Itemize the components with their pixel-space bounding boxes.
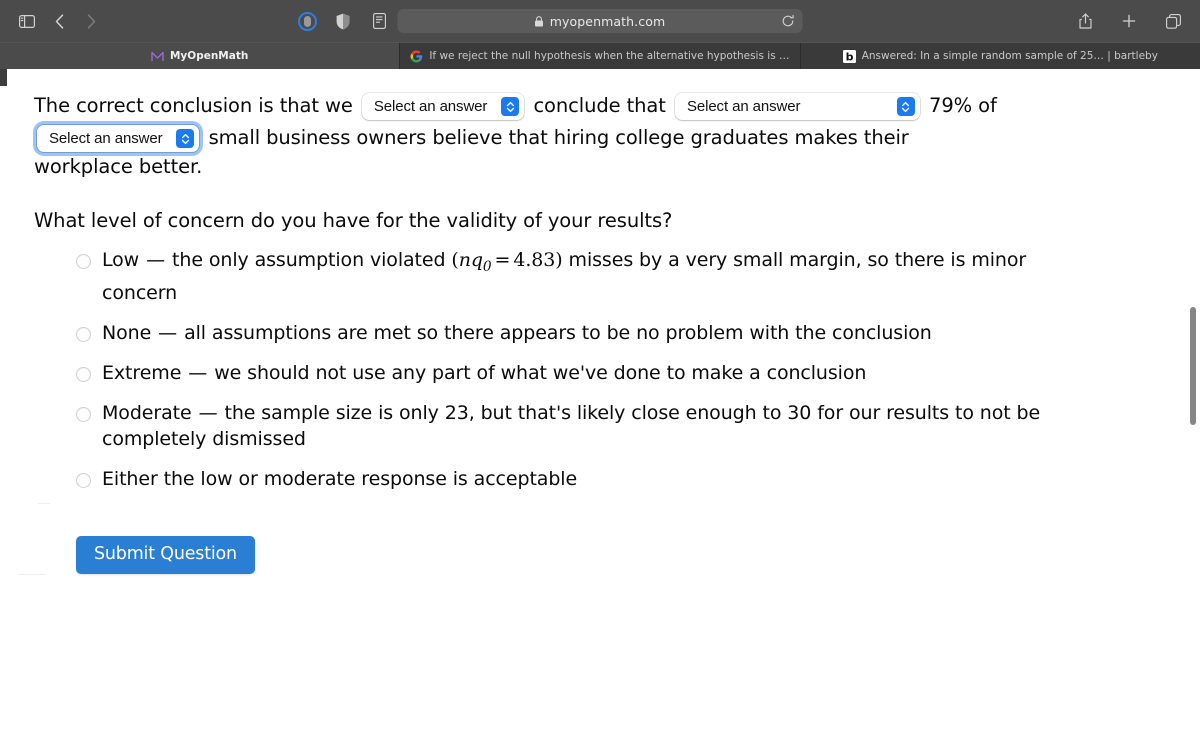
tab-myopenmath[interactable]: MyOpenMath [0, 43, 401, 69]
back-arrow-icon[interactable] [46, 8, 72, 34]
option-label: Moderate [102, 401, 192, 424]
bartleby-icon: b [842, 49, 856, 63]
sentence-part-3: 79% of [929, 94, 997, 117]
svg-text:b: b [845, 50, 853, 63]
chevron-up-down-icon[interactable] [176, 129, 195, 148]
option-text: None — all assumptions are met so there ap… [102, 320, 932, 346]
answer-options-list: Low — the only assumption violated (nq0 = 4.… [34, 247, 1170, 492]
radio-button[interactable] [76, 472, 91, 488]
toolbar-middle-group [294, 8, 392, 34]
option-extreme[interactable]: Extreme — we should not use any part of wh… [34, 360, 1044, 386]
question-content: The correct conclusion is that we Select… [0, 69, 1200, 574]
option-none[interactable]: None — all assumptions are met so there ap… [34, 320, 1044, 346]
option-dash: — [188, 361, 208, 384]
submit-area: Submit Question [34, 506, 1170, 574]
option-body: all assumptions are met so there appears… [184, 321, 932, 344]
conclusion-sentence-line2: Select an answer small business owners b… [34, 123, 1009, 181]
reader-mode-icon[interactable] [366, 8, 392, 34]
math-expression: (nq0 = 4.83) [451, 249, 563, 275]
option-label: Extreme [102, 361, 182, 384]
sentence-part-2: conclude that [533, 94, 666, 117]
page-faint-rule [18, 574, 46, 575]
option-text: Either the low or moderate response is a… [102, 466, 577, 492]
radio-button[interactable] [76, 326, 91, 342]
sidebar-toggle-icon[interactable] [14, 8, 40, 34]
privacy-shield-icon[interactable] [330, 8, 356, 34]
radio-button[interactable] [76, 406, 91, 422]
option-body: the sample size is only 23, but that's l… [102, 401, 1041, 450]
submit-question-button[interactable]: Submit Question [76, 535, 255, 574]
option-dash: — [198, 401, 218, 424]
page-viewport: The correct conclusion is that we Select… [0, 69, 1200, 750]
reload-icon[interactable] [782, 14, 795, 28]
tab-bartleby[interactable]: b Answered: In a simple random sample of… [801, 43, 1200, 69]
question-prompt: What level of concern do you have for th… [34, 209, 673, 232]
select-value: Select an answer [373, 98, 488, 115]
option-low[interactable]: Low — the only assumption violated (nq0 = 4.… [34, 247, 1044, 306]
option-text: Moderate — the sample size is only 23, but… [102, 400, 1044, 452]
option-label: Low [102, 249, 140, 271]
url-text: myopenmath.com [549, 13, 666, 29]
conclusion-verb-select[interactable]: Select an answer [361, 93, 525, 120]
tab-group-icon[interactable] [294, 8, 320, 34]
browser-chrome: myopenmath.com MyOpenMath If we reject t… [0, 0, 1200, 69]
lock-icon [535, 15, 544, 27]
toolbar-right-group [1072, 8, 1186, 34]
option-text: Low — the only assumption violated (nq0 = 4.… [102, 247, 1044, 306]
tab-title: Answered: In a simple random sample of 2… [861, 50, 1158, 62]
option-dash: — [146, 249, 166, 271]
address-bar[interactable]: myopenmath.com [397, 9, 803, 33]
direction-select[interactable]: Select an answer [37, 125, 200, 152]
myopenmath-icon [151, 50, 164, 63]
option-moderate[interactable]: Moderate — the sample size is only 23, but… [34, 400, 1044, 452]
option-either[interactable]: Either the low or moderate response is a… [34, 466, 1044, 492]
tab-title: If we reject the null hypothesis when th… [429, 50, 789, 62]
scrollbar-thumb[interactable] [1190, 307, 1196, 425]
tab-title: MyOpenMath [169, 50, 249, 62]
page-faint-rule [38, 503, 50, 504]
option-dash: — [158, 321, 178, 344]
option-body: we should not use any part of what we've… [214, 361, 867, 384]
plus-icon[interactable] [1116, 8, 1142, 34]
tab-google-search[interactable]: If we reject the null hypothesis when th… [400, 43, 801, 69]
chevron-up-down-icon[interactable] [896, 97, 915, 116]
sentence-part-1: The correct conclusion is that we [34, 94, 353, 117]
toolbar-left-group [14, 8, 104, 34]
page-corner-notch [0, 69, 7, 86]
select-value: Select an answer [49, 130, 163, 147]
select-value: Select an answer [686, 98, 801, 115]
option-label: None [102, 321, 152, 344]
comparison-select[interactable]: Select an answer [674, 93, 920, 120]
option-body: the only assumption violated [172, 249, 446, 271]
browser-toolbar: myopenmath.com [0, 0, 1200, 42]
radio-button[interactable] [76, 254, 91, 269]
share-icon[interactable] [1072, 8, 1098, 34]
chevron-up-down-icon[interactable] [501, 97, 520, 116]
radio-button[interactable] [76, 366, 91, 382]
page-scrollbar[interactable] [1189, 69, 1198, 750]
option-text: Extreme — we should not use any part of wh… [102, 360, 866, 386]
forward-arrow-icon [78, 8, 104, 34]
tab-overview-icon[interactable] [1160, 8, 1186, 34]
google-icon [410, 50, 423, 63]
conclusion-sentence: The correct conclusion is that we Select… [34, 91, 1009, 120]
option-label: Either the low or moderate response is a… [102, 467, 578, 490]
tab-strip: MyOpenMath If we reject the null hypothe… [0, 42, 1200, 69]
